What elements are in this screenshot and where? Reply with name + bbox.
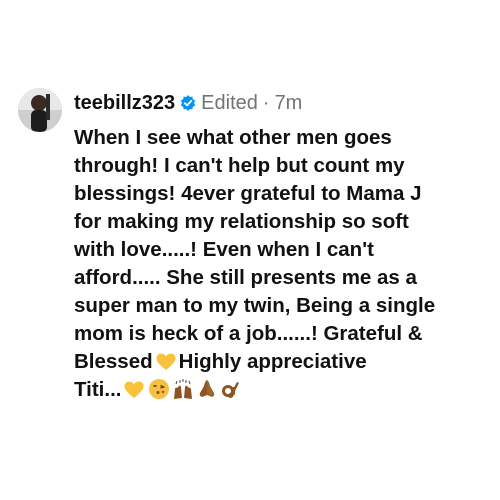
raising-hands-icon	[172, 378, 194, 400]
comment: teebillz323 Edited · 7m When I see what …	[18, 88, 488, 404]
comment-header: teebillz323 Edited · 7m	[74, 88, 479, 118]
verified-badge-icon	[180, 95, 196, 111]
folded-hands-icon	[196, 378, 218, 400]
comment-content: teebillz323 Edited · 7m When I see what …	[74, 88, 479, 404]
edited-label: Edited	[201, 92, 258, 114]
comment-text: When I see what other men goes through! …	[74, 124, 479, 404]
emoji-row	[121, 378, 243, 401]
timestamp: 7m	[274, 92, 303, 114]
comment-text-part-1: When I see what other men goes through! …	[74, 126, 436, 373]
ok-hand-icon	[220, 378, 242, 400]
yellow-heart-icon	[124, 381, 144, 399]
username[interactable]: teebillz323	[74, 88, 175, 118]
face-blowing-kiss-icon	[148, 378, 170, 400]
avatar[interactable]	[18, 88, 62, 132]
yellow-heart-icon	[156, 353, 176, 371]
separator-dot: ·	[262, 92, 270, 114]
